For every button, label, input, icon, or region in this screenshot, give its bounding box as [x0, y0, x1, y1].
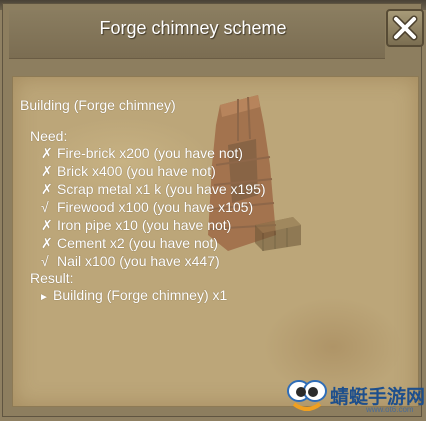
cross-mark-icon: ✗	[41, 163, 53, 179]
check-mark-icon: √	[41, 199, 49, 215]
crate-image	[255, 217, 301, 251]
need-label: Need:	[30, 128, 68, 144]
requirement-item: ✗ Fire-brick x200 (you have not)	[41, 145, 243, 161]
requirement-item: ✗ Scrap metal x1 k (you have x195)	[41, 181, 266, 197]
requirement-text: Cement x2 (you have not)	[57, 235, 219, 251]
requirement-text: Nail x100 (you have x447)	[57, 253, 220, 269]
cross-mark-icon: ✗	[41, 235, 53, 251]
requirement-item: √ Firewood x100 (you have x105)	[41, 199, 253, 215]
close-button[interactable]	[386, 9, 424, 47]
requirement-text: Scrap metal x1 k (you have x195)	[57, 181, 266, 197]
requirement-item: ✗ Iron pipe x10 (you have not)	[41, 217, 231, 233]
site-watermark: 蜻蜓手游网 www.ot6.com	[286, 376, 425, 418]
cross-mark-icon: ✗	[41, 217, 53, 233]
requirement-text: Brick x400 (you have not)	[57, 163, 216, 179]
requirement-item: ✗ Cement x2 (you have not)	[41, 235, 218, 251]
requirement-text: Iron pipe x10 (you have not)	[57, 217, 232, 233]
requirement-item: √ Nail x100 (you have x447)	[41, 253, 220, 269]
cross-mark-icon: ✗	[41, 181, 53, 197]
result-item: ► Building (Forge chimney) x1	[39, 287, 227, 306]
window-title: Forge chimney scheme	[99, 18, 287, 38]
requirement-item: ✗ Brick x400 (you have not)	[41, 163, 216, 179]
dragonfly-logo-icon	[287, 380, 327, 411]
result-text: Building (Forge chimney) x1	[53, 287, 228, 303]
check-mark-icon: √	[41, 253, 49, 269]
result-bullet-icon: ►	[39, 292, 49, 303]
cross-mark-icon: ✗	[41, 145, 53, 161]
requirement-text: Firewood x100 (you have x105)	[57, 199, 254, 215]
result-label: Result:	[30, 270, 74, 286]
requirement-text: Fire-brick x200 (you have not)	[57, 145, 243, 161]
scheme-panel: Building (Forge chimney) Need: ✗ Fire-bri…	[12, 76, 419, 407]
close-x-icon	[392, 15, 418, 41]
watermark-url: www.ot6.com	[366, 405, 414, 414]
scheme-window: Forge chimney scheme Building (Forge chi…	[2, 3, 424, 417]
scheme-heading: Building (Forge chimney)	[20, 97, 176, 113]
